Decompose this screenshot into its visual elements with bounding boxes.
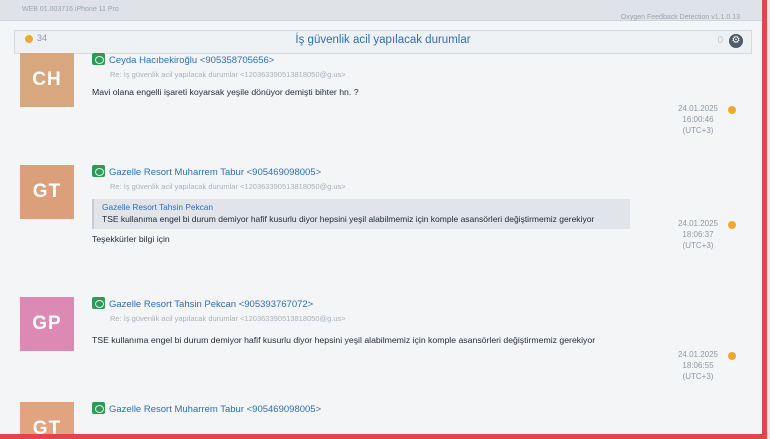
app-version: Oxygen Feedback Detection v1.1.0.13: [620, 14, 740, 21]
sender-label: Gazelle Resort Muharrem Tabur <905469098…: [109, 404, 322, 415]
message-subject: Re: İş güvenlik acil yapılacak durumlar …: [110, 70, 346, 79]
device-info: WEB 01.003716 iPhone 11 Pro: [22, 6, 119, 13]
message-body: Teşekkürler bilgi için: [92, 234, 170, 244]
message-body: TSE kullanıma engel bi durum demiyor haf…: [92, 335, 596, 345]
whatsapp-icon: [92, 165, 105, 177]
app-window: WEB 01.003716 iPhone 11 Pro Oxygen Feedb…: [0, 0, 767, 439]
message-timestamp: 24.01.2025 18:06:37 (UTC+3): [658, 218, 738, 251]
sender-name[interactable]: Ceyda Hacıbekiroğlu <905358705656>: [92, 53, 658, 67]
timestamp-date: 24.01.2025: [677, 350, 719, 359]
quote-text: TSE kullanıma engel bi durum demiyor haf…: [102, 214, 595, 224]
message-timestamp: 24.01.2025 16:00:46 (UTC+3): [658, 103, 738, 136]
timestamp-date: 24.01.2025: [677, 104, 719, 113]
status-dot-icon: [728, 352, 736, 360]
chat-title: İş güvenlik acil yapılacak durumlar: [295, 34, 471, 46]
status-dot-icon: [728, 221, 736, 229]
message-subject: Re: İş güvenlik acil yapılacak durumlar …: [110, 182, 346, 191]
sender-name[interactable]: Gazelle Resort Tahsin Pekcan <9053937670…: [92, 297, 658, 311]
quoted-message[interactable]: Gazelle Resort Tahsin Pekcan TSE kullanı…: [92, 199, 630, 229]
timestamp-zone: (UTC+3): [682, 241, 714, 250]
status-dot-icon: [728, 106, 736, 114]
timestamp-zone: (UTC+3): [682, 126, 714, 135]
avatar: CH: [20, 53, 74, 107]
avatar: GP: [20, 297, 74, 351]
settings-icon[interactable]: ⚙: [729, 34, 743, 48]
whatsapp-icon: [92, 402, 105, 414]
message-timestamp: 24.01.2025 18:06:55 (UTC+3): [658, 349, 738, 382]
avatar: GT: [20, 165, 74, 219]
message-subject: Re: İş güvenlik acil yapılacak durumlar …: [110, 314, 346, 323]
avatar: GT: [20, 402, 74, 434]
sender-name[interactable]: Gazelle Resort Muharrem Tabur <905469098…: [92, 402, 658, 416]
timestamp-time: 16:00:46: [682, 115, 714, 124]
sender-name[interactable]: Gazelle Resort Muharrem Tabur <905469098…: [92, 165, 658, 179]
sender-label: Gazelle Resort Tahsin Pekcan <9053937670…: [109, 299, 314, 310]
timestamp-date: 24.01.2025: [677, 219, 719, 228]
timestamp-time: 18:06:37: [682, 230, 714, 239]
timestamp-zone: (UTC+3): [682, 372, 714, 381]
sender-label: Ceyda Hacıbekiroğlu <905358705656>: [109, 55, 275, 66]
chat-header: 34 İş güvenlik acil yapılacak durumlar 0…: [14, 30, 752, 54]
message-body: Mavi olana engelli işareti koyarsak yeşi…: [92, 87, 359, 97]
unread-count: 0: [717, 35, 723, 46]
top-status-bar: WEB 01.003716 iPhone 11 Pro Oxygen Feedb…: [0, 0, 762, 21]
sender-label: Gazelle Resort Muharrem Tabur <905469098…: [109, 167, 322, 178]
quote-author: Gazelle Resort Tahsin Pekcan: [102, 202, 213, 212]
whatsapp-icon: [92, 53, 105, 65]
whatsapp-icon: [92, 297, 105, 309]
timestamp-time: 18:06:55: [682, 361, 714, 370]
